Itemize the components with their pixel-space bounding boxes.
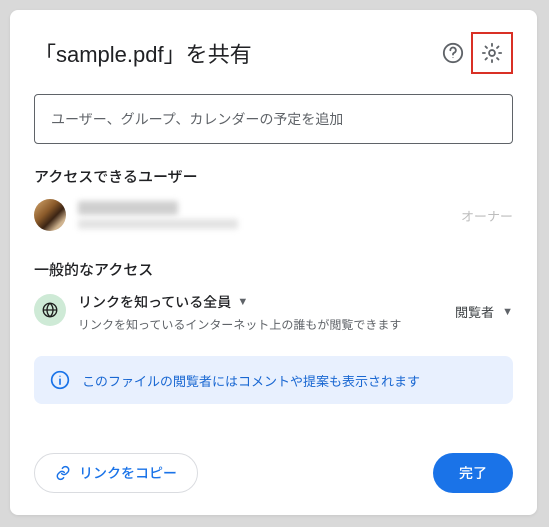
gear-icon: [481, 42, 503, 64]
general-access-label: 一般的なアクセス: [34, 259, 513, 280]
access-users-label: アクセスできるユーザー: [34, 166, 513, 187]
user-info: [78, 201, 449, 229]
info-banner: このファイルの閲覧者にはコメントや提案も表示されます: [34, 356, 513, 404]
user-email-redacted: [78, 219, 238, 229]
access-scope-select[interactable]: リンクを知っている全員 ▼: [78, 292, 443, 312]
info-text: このファイルの閲覧者にはコメントや提案も表示されます: [82, 371, 420, 390]
info-icon: [50, 370, 70, 390]
copy-link-button[interactable]: リンクをコピー: [34, 453, 198, 493]
copy-link-label: リンクをコピー: [79, 463, 177, 483]
access-main: リンクを知っている全員 ▼ リンクを知っているインターネット上の誰もが閲覧できま…: [78, 292, 443, 334]
people-input[interactable]: ユーザー、グループ、カレンダーの予定を追加: [34, 94, 513, 144]
caret-down-icon: ▼: [237, 296, 248, 308]
caret-down-icon: ▼: [502, 306, 513, 318]
avatar: [34, 199, 66, 231]
dialog-header: 「sample.pdf」を共有: [34, 32, 513, 74]
owner-label: オーナー: [461, 206, 513, 225]
dialog-title: 「sample.pdf」を共有: [34, 37, 435, 69]
people-input-placeholder: ユーザー、グループ、カレンダーの予定を追加: [51, 109, 496, 129]
user-name-redacted: [78, 201, 178, 215]
done-button[interactable]: 完了: [433, 453, 513, 493]
user-row: オーナー: [34, 199, 513, 231]
role-select[interactable]: 閲覧者 ▼: [455, 292, 513, 321]
general-access-row: リンクを知っている全員 ▼ リンクを知っているインターネット上の誰もが閲覧できま…: [34, 292, 513, 334]
access-scope-desc: リンクを知っているインターネット上の誰もが閲覧できます: [78, 316, 443, 334]
dialog-footer: リンクをコピー 完了: [34, 453, 513, 493]
globe-badge: [34, 294, 66, 326]
done-label: 完了: [459, 465, 487, 481]
link-icon: [55, 465, 71, 481]
role-label: 閲覧者: [455, 302, 494, 321]
share-dialog: 「sample.pdf」を共有 ユーザー、グループ、カレンダーの予定を追加 アク…: [10, 10, 537, 515]
settings-button[interactable]: [471, 32, 513, 74]
access-scope-title: リンクを知っている全員: [78, 292, 231, 312]
help-button[interactable]: [435, 35, 471, 71]
help-icon: [442, 42, 464, 64]
globe-icon: [41, 301, 59, 319]
